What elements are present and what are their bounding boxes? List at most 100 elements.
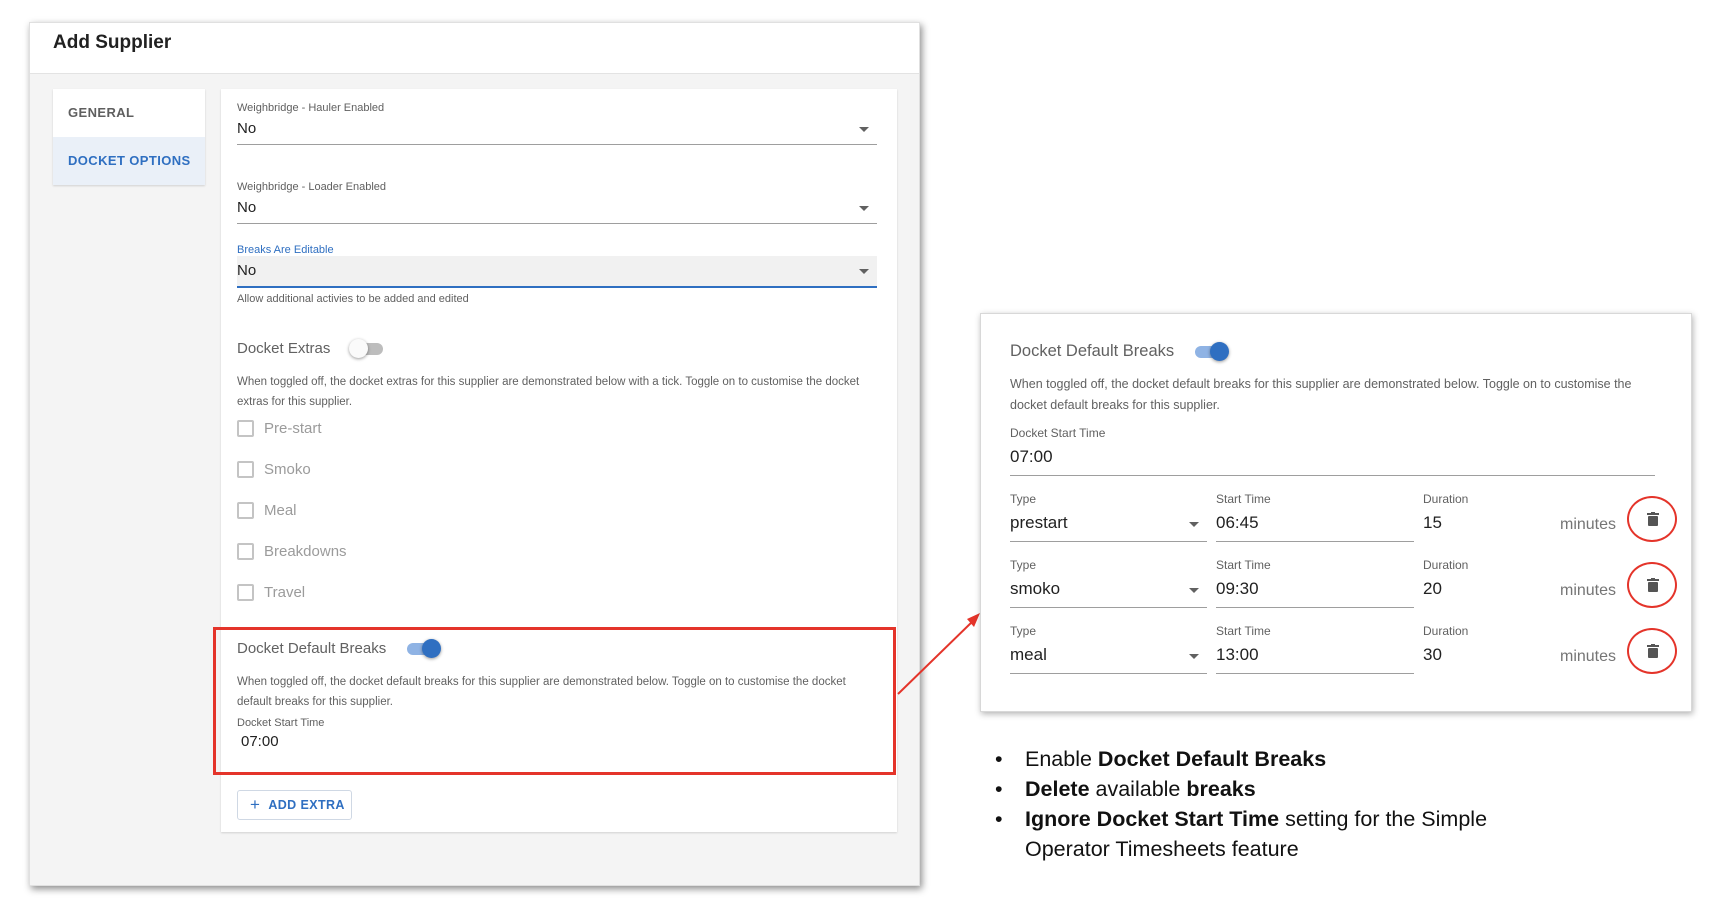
add-extra-label: ADD EXTRA (268, 798, 345, 812)
add-extra-button[interactable]: + ADD EXTRA (237, 790, 352, 820)
side-tabs: GENERAL DOCKET OPTIONS (53, 89, 205, 185)
loader-enabled-label: Weighbridge - Loader Enabled (237, 181, 387, 193)
field-underline (1010, 673, 1207, 674)
duration-unit: minutes (1560, 648, 1617, 665)
hauler-enabled-text: No (237, 120, 257, 137)
note-emphasis: Ignore Docket Start Time (1025, 807, 1280, 831)
checkbox-label: Travel (264, 584, 306, 602)
trash-icon (1647, 644, 1659, 658)
chevron-down-icon[interactable] (1189, 653, 1199, 659)
note-text: available (1089, 777, 1187, 801)
docket-extras-header: Docket Extras (237, 338, 877, 358)
chevron-down-icon[interactable] (859, 127, 869, 132)
checkbox-label: Pre-start (264, 420, 322, 438)
docket-extras-title: Docket Extras (237, 339, 331, 357)
extra-checkbox-row[interactable]: Travel (237, 584, 305, 604)
field-underline (1010, 607, 1207, 608)
field-underline (1010, 475, 1655, 476)
zoom-breaks-toggle[interactable] (1193, 341, 1229, 361)
note-text: Enable (1025, 747, 1098, 771)
break-type-value[interactable]: smoko (1010, 572, 1207, 607)
zoom-breaks-title: Docket Default Breaks (1010, 341, 1175, 360)
break-type-label: Type (1010, 624, 1037, 638)
loader-enabled-text: No (237, 199, 257, 216)
checkbox-label: Breakdowns (264, 543, 347, 561)
break-start-time-field[interactable]: Start Time 06:45 (1216, 492, 1414, 542)
breaks-editable-value[interactable]: No (237, 256, 877, 286)
delete-break-button[interactable] (1627, 562, 1677, 608)
breaks-editable-hint: Allow additional activies to be added an… (237, 293, 469, 305)
extra-checkbox-row[interactable]: Smoko (237, 461, 311, 481)
checkbox-label: Meal (264, 502, 297, 520)
instruction-list: Enable Docket Default Breaks Delete avai… (995, 744, 1555, 864)
extra-checkbox-row[interactable]: Meal (237, 502, 297, 522)
extra-checkbox-row[interactable]: Breakdowns (237, 543, 347, 563)
breaks-editable-text: No (237, 262, 257, 279)
break-duration-label: Duration (1423, 492, 1469, 506)
break-start-value[interactable]: 06:45 (1216, 506, 1414, 541)
duration-unit: minutes (1560, 582, 1617, 599)
dialog-header: Add Supplier (30, 23, 919, 74)
field-underline (1216, 673, 1414, 674)
instruction-item: Ignore Docket Start Time setting for the… (995, 804, 1555, 864)
checkbox-label: Smoko (264, 461, 311, 479)
instruction-item: Delete available breaks (995, 774, 1555, 804)
break-type-value[interactable]: prestart (1010, 506, 1207, 541)
break-start-time-field[interactable]: Start Time 09:30 (1216, 558, 1414, 608)
extra-checkbox-row[interactable]: Pre-start (237, 420, 322, 440)
plus-icon: + (250, 795, 261, 814)
checkbox[interactable] (237, 502, 254, 520)
field-underline (237, 144, 877, 145)
chevron-down-icon[interactable] (859, 269, 869, 274)
break-type-select[interactable]: Type prestart (1010, 492, 1207, 542)
dialog-title: Add Supplier (53, 32, 172, 53)
break-start-label: Start Time (1216, 558, 1271, 572)
instruction-item: Enable Docket Default Breaks (995, 744, 1555, 774)
tab-general[interactable]: GENERAL (53, 89, 205, 137)
break-start-label: Start Time (1216, 492, 1271, 506)
break-duration-label: Duration (1423, 558, 1469, 572)
field-underline (1216, 607, 1414, 608)
checkbox[interactable] (237, 420, 254, 438)
loader-enabled-value[interactable]: No (237, 193, 877, 223)
tab-docket-options[interactable]: DOCKET OPTIONS (53, 137, 205, 185)
break-start-value[interactable]: 13:00 (1216, 638, 1414, 673)
break-type-value[interactable]: meal (1010, 638, 1207, 673)
checkbox[interactable] (237, 584, 254, 602)
toggle-knob (348, 339, 368, 358)
hauler-enabled-value[interactable]: No (237, 114, 877, 144)
zoom-start-time-field[interactable]: Docket Start Time 07:00 (1010, 426, 1655, 476)
field-underline (1216, 541, 1414, 542)
break-type-text: smoko (1010, 579, 1061, 598)
toggle-knob (1209, 342, 1229, 361)
checkbox[interactable] (237, 461, 254, 479)
break-type-select[interactable]: Type smoko (1010, 558, 1207, 608)
breaks-editable-label: Breaks Are Editable (237, 244, 334, 256)
breaks-editable-select[interactable]: Breaks Are Editable No Allow additional … (237, 244, 877, 305)
chevron-down-icon[interactable] (1189, 521, 1199, 527)
chevron-down-icon[interactable] (1189, 587, 1199, 593)
delete-break-button[interactable] (1627, 496, 1677, 542)
break-type-text: meal (1010, 645, 1047, 664)
zoom-breaks-description: When toggled off, the docket default bre… (1010, 377, 1632, 412)
checkbox[interactable] (237, 543, 254, 561)
zoomed-default-breaks-panel: Docket Default Breaks When toggled off, … (980, 313, 1692, 712)
chevron-down-icon[interactable] (859, 206, 869, 211)
note-emphasis: Docket Default Breaks (1097, 747, 1327, 771)
field-underline (1010, 541, 1207, 542)
note-emphasis: Delete (1025, 777, 1090, 801)
docket-extras-toggle[interactable] (348, 338, 385, 358)
delete-break-button[interactable] (1627, 628, 1677, 674)
loader-enabled-select[interactable]: Weighbridge - Loader Enabled No (237, 181, 877, 224)
note-emphasis: breaks (1186, 777, 1256, 801)
hauler-enabled-select[interactable]: Weighbridge - Hauler Enabled No (237, 102, 877, 145)
field-underline-focused (237, 286, 877, 288)
break-type-select[interactable]: Type meal (1010, 624, 1207, 674)
break-start-value[interactable]: 09:30 (1216, 572, 1414, 607)
trash-icon (1647, 512, 1659, 526)
break-type-label: Type (1010, 558, 1037, 572)
break-start-time-field[interactable]: Start Time 13:00 (1216, 624, 1414, 674)
highlight-box (213, 627, 896, 775)
zoom-start-time-value[interactable]: 07:00 (1010, 440, 1655, 475)
docket-extras-description: When toggled off, the docket extras for … (237, 376, 860, 408)
